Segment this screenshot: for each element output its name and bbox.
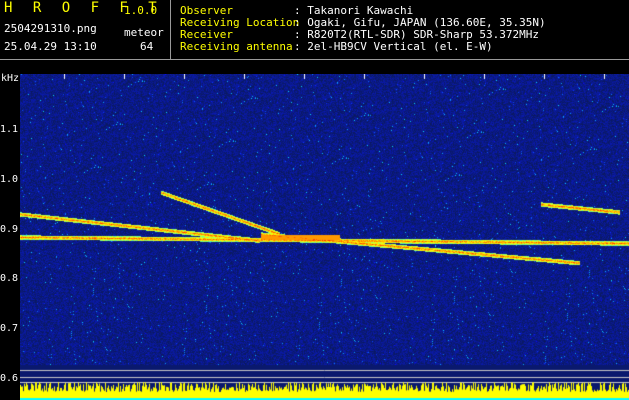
y-tick-label: 0.7 bbox=[0, 323, 19, 334]
spectrogram-waterfall bbox=[20, 74, 629, 400]
meteor-label: meteor bbox=[124, 26, 164, 39]
y-axis-unit: kHz bbox=[1, 73, 20, 84]
y-tick-label: 0.8 bbox=[0, 273, 19, 284]
y-tick-label: 1.0 bbox=[0, 174, 19, 185]
y-tick-label: 1.1 bbox=[0, 124, 19, 135]
header-bottom-rule bbox=[0, 59, 629, 60]
label-antenna: Receiving antenna bbox=[180, 40, 293, 53]
y-tick-label: 0.6 bbox=[0, 373, 19, 384]
y-tick-label: 0.9 bbox=[0, 224, 19, 235]
header-panel: H R O F F T 1.0.0 2504291310.png meteor … bbox=[0, 0, 629, 74]
file-name: 2504291310.png bbox=[4, 22, 97, 35]
value-antenna: : 2el-HB9CV Vertical (el. E-W) bbox=[294, 40, 493, 53]
app-version: 1.0.0 bbox=[124, 4, 158, 17]
capture-datetime: 25.04.29 13:10 bbox=[4, 40, 97, 53]
meteor-count: 64 bbox=[140, 40, 154, 53]
header-divider bbox=[170, 0, 171, 60]
